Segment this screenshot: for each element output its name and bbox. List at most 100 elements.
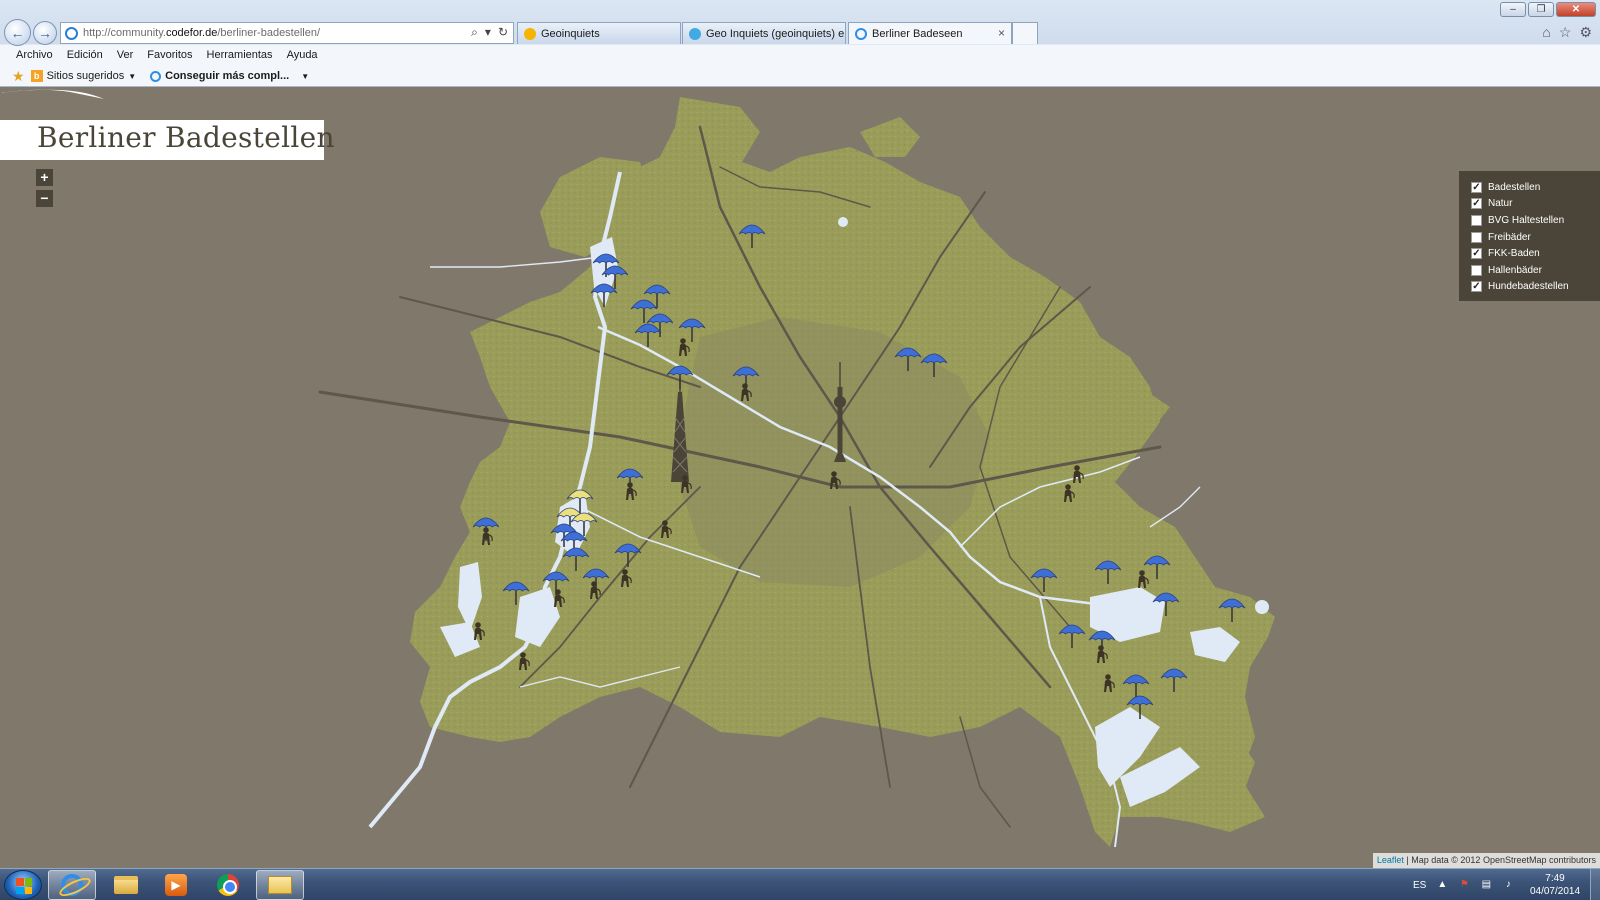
back-button[interactable]: ← — [4, 19, 31, 46]
layer-toggle-bvg-haltestellen[interactable]: BVG Haltestellen — [1471, 212, 1600, 229]
menu-ayuda[interactable]: Ayuda — [287, 49, 318, 61]
layer-checkbox[interactable] — [1471, 231, 1482, 243]
windows-taskbar: ▶ ES ▲ ⚑ ▤ ♪ 7:49 04/07/2014 — [0, 868, 1600, 900]
layer-checkbox[interactable] — [1471, 264, 1482, 276]
volume-icon[interactable]: ♪ — [1502, 879, 1514, 891]
ie-favicon-icon — [855, 27, 867, 40]
clock-time: 7:49 — [1545, 873, 1565, 884]
back-arrow-icon: ← — [10, 24, 25, 41]
folder-icon — [114, 876, 138, 894]
map-title: Berliner Badestellen — [37, 121, 335, 154]
layer-checkbox[interactable]: ✓ — [1471, 181, 1482, 193]
menu-archivo[interactable]: Archivo — [16, 49, 53, 61]
browser-chrome: ← → http://community.codefor.de/berliner… — [0, 0, 1600, 87]
show-desktop-button[interactable] — [1590, 869, 1600, 900]
map-title-box: Berliner Badestellen — [0, 120, 335, 160]
bing-icon: b — [30, 70, 43, 82]
twitter-bird-icon — [689, 27, 701, 40]
system-clock[interactable]: 7:49 04/07/2014 — [1525, 872, 1585, 898]
url-path: /berliner-badestellen/ — [217, 27, 321, 39]
chrome-icon — [217, 874, 239, 896]
address-bar[interactable]: http://community.codefor.de/berliner-bad… — [60, 22, 514, 44]
close-window-button[interactable]: ✕ — [1556, 2, 1596, 17]
windows-logo-icon — [16, 878, 32, 894]
layer-label: BVG Haltestellen — [1488, 214, 1565, 226]
favorites-star-icon[interactable]: ★ — [12, 68, 25, 85]
home-icon[interactable]: ⌂ — [1542, 24, 1550, 41]
chevron-down-icon: ▼ — [301, 71, 310, 81]
layer-toggle-hundebadestellen[interactable]: ✓ Hundebadestellen — [1471, 279, 1600, 296]
address-url[interactable]: http://community.codefor.de/berliner-bad… — [83, 27, 320, 39]
refresh-icon[interactable]: ↻ — [498, 25, 508, 40]
geoinquiets-favicon-icon — [524, 27, 536, 40]
suggested-sites-label: Sitios sugeridos — [46, 70, 125, 82]
tab-berliner-badeseen[interactable]: Berliner Badeseen × — [848, 22, 1012, 44]
dropdown-icon[interactable]: ▾ — [485, 25, 491, 40]
suggested-sites-link[interactable]: b Sitios sugeridos ▼ — [30, 70, 137, 82]
layer-checkbox[interactable]: ✓ — [1471, 281, 1482, 293]
layer-label: FKK-Baden — [1488, 248, 1540, 260]
taskbar-media-player[interactable]: ▶ — [152, 870, 200, 900]
layer-label: Freibäder — [1488, 231, 1531, 243]
layer-label: Badestellen — [1488, 181, 1541, 193]
get-more-addons-link[interactable]: Conseguir más compl... ▼ — [150, 70, 309, 82]
gear-icon[interactable]: ⚙ — [1579, 24, 1592, 41]
map-viewport[interactable]: Berliner Badestellen + − ✓ Badestellen ✓ Na… — [0, 87, 1600, 868]
layer-checkbox[interactable]: ✓ — [1471, 198, 1482, 210]
ie-page-icon — [150, 70, 162, 82]
internet-explorer-icon — [61, 874, 83, 896]
taskbar-mail[interactable] — [256, 870, 304, 900]
menu-ver[interactable]: Ver — [117, 49, 134, 61]
zoom-control: + − — [36, 169, 53, 207]
get-more-addons-label: Conseguir más compl... — [165, 70, 290, 82]
layer-toggle-badestellen[interactable]: ✓ Badestellen — [1471, 179, 1600, 196]
url-domain: codefor.de — [165, 27, 218, 39]
map-attribution: Leaflet | Map data © 2012 OpenStreetMap … — [1372, 853, 1600, 868]
system-tray: ES ▲ ⚑ ▤ ♪ — [1413, 869, 1514, 900]
layer-control-panel: ✓ Badestellen ✓ Natur BVG Haltestellen Freibä… — [1459, 171, 1600, 301]
start-button[interactable] — [4, 870, 42, 900]
mail-icon — [268, 876, 292, 894]
clock-date: 04/07/2014 — [1529, 886, 1581, 897]
tab-close-icon[interactable]: × — [998, 26, 1005, 40]
tab-title: Geo Inquiets (geoinquiets) en ... — [706, 27, 845, 40]
layer-checkbox[interactable] — [1471, 214, 1482, 226]
search-icon[interactable]: ⌕ — [471, 25, 478, 40]
leaflet-link[interactable]: Leaflet — [1377, 855, 1404, 865]
forward-arrow-icon: → — [38, 25, 52, 41]
layer-label: Hallenbäder — [1488, 264, 1542, 276]
window-controls: – ❐ ✕ — [1500, 2, 1596, 17]
layer-checkbox[interactable]: ✓ — [1471, 248, 1482, 260]
menu-bar: Archivo Edición Ver Favoritos Herramient… — [0, 45, 318, 65]
tab-title: Geoinquiets — [541, 27, 600, 40]
layer-label: Hundebadestellen — [1488, 281, 1569, 293]
layer-toggle-hallenbäder[interactable]: Hallenbäder — [1471, 262, 1600, 279]
menu-herramientas[interactable]: Herramientas — [207, 49, 273, 61]
tab-twitter[interactable]: Geo Inquiets (geoinquiets) en ... — [682, 22, 846, 44]
language-indicator[interactable]: ES — [1413, 880, 1426, 891]
favorites-star-icon[interactable]: ☆ — [1559, 24, 1572, 41]
menu-edicion[interactable]: Edición — [67, 49, 103, 61]
zoom-in-button[interactable]: + — [36, 169, 53, 186]
tab-geoinquiets[interactable]: Geoinquiets — [517, 22, 681, 44]
layer-toggle-freibäder[interactable]: Freibäder — [1471, 229, 1600, 246]
forward-button[interactable]: → — [33, 21, 57, 45]
attribution-text: | Map data © 2012 OpenStreetMap contribu… — [1403, 855, 1596, 865]
title-swoosh-decoration — [0, 89, 104, 99]
action-center-flag-icon[interactable]: ⚑ — [1458, 879, 1470, 891]
layer-toggle-natur[interactable]: ✓ Natur — [1471, 196, 1600, 213]
taskbar-chrome[interactable] — [204, 870, 252, 900]
show-hidden-icons-icon[interactable]: ▲ — [1436, 879, 1448, 891]
zoom-out-button[interactable]: − — [36, 190, 53, 207]
minimize-button[interactable]: – — [1500, 2, 1526, 17]
new-tab-button[interactable] — [1012, 22, 1038, 44]
berlin-map-canvas[interactable] — [0, 87, 1600, 868]
restore-button[interactable]: ❐ — [1528, 2, 1554, 17]
layer-toggle-fkk-baden[interactable]: ✓ FKK-Baden — [1471, 245, 1600, 262]
taskbar-file-explorer[interactable] — [102, 870, 150, 900]
tab-title: Berliner Badeseen — [872, 27, 963, 40]
chevron-down-icon: ▼ — [128, 71, 137, 81]
menu-favoritos[interactable]: Favoritos — [147, 49, 192, 61]
network-icon[interactable]: ▤ — [1480, 879, 1492, 891]
taskbar-internet-explorer[interactable] — [48, 870, 96, 900]
